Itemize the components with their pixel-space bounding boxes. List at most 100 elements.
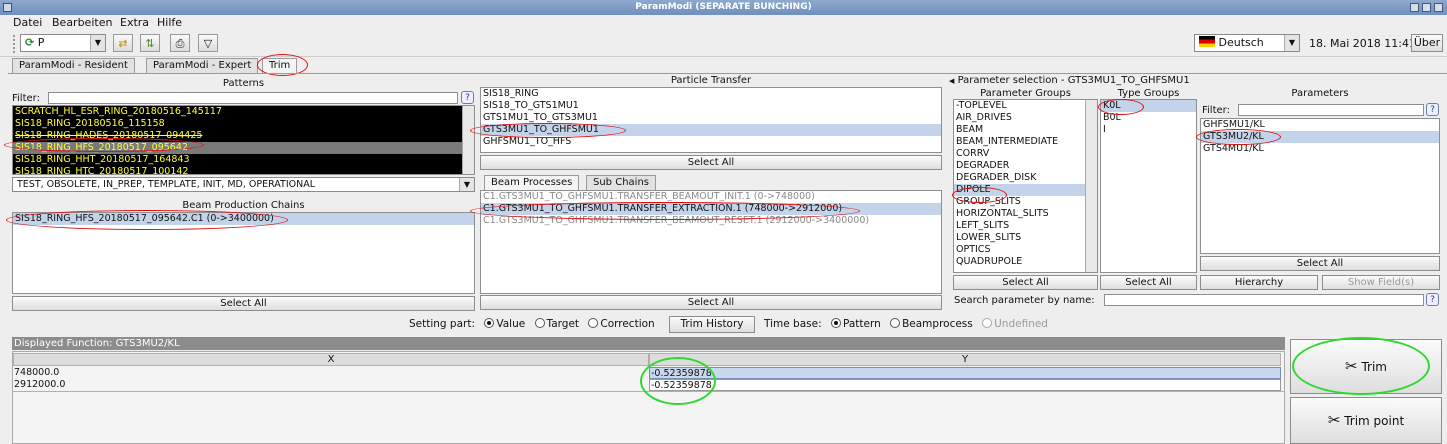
radio-pattern[interactable] bbox=[830, 318, 841, 328]
table-cell-y[interactable]: -0.52359878 bbox=[649, 379, 1281, 391]
list-item[interactable]: GTS4MU1/KL bbox=[1201, 143, 1439, 155]
column-header-y[interactable]: Y bbox=[649, 353, 1281, 366]
language-combo[interactable]: Deutsch ▼ bbox=[1194, 34, 1300, 52]
refresh-icon: ⟳ bbox=[25, 36, 35, 49]
search-parameter-input[interactable] bbox=[1104, 294, 1424, 306]
hierarchy-button[interactable]: Hierarchy bbox=[1200, 275, 1318, 290]
help-icon[interactable]: ? bbox=[1426, 293, 1439, 306]
list-item[interactable]: -TOPLEVEL bbox=[954, 100, 1097, 112]
groups-select-all-button[interactable]: Select All bbox=[953, 275, 1098, 290]
types-select-all-button[interactable]: Select All bbox=[1100, 275, 1197, 290]
window-title-bar: ParamModi (SEPARATE BUNCHING) bbox=[0, 0, 1447, 15]
list-item[interactable]: DEGRADER bbox=[954, 160, 1097, 172]
parameters-list[interactable]: GHFSMU1/KL GTS3MU2/KL GTS4MU1/KL bbox=[1200, 118, 1440, 254]
list-item[interactable]: GTS3MU1_TO_GHFSMU1 bbox=[481, 124, 941, 136]
minimize-icon[interactable] bbox=[1410, 3, 1419, 12]
param-groups-header: Parameter Groups bbox=[980, 88, 1071, 99]
patterns-scrollbar[interactable] bbox=[462, 106, 474, 174]
table-cell-y[interactable]: -0.52359878 bbox=[649, 367, 1281, 379]
radio-target[interactable] bbox=[534, 318, 545, 328]
table-cell-x[interactable]: 2912000.0 bbox=[14, 379, 648, 391]
swap-icon[interactable]: ⇄ bbox=[113, 34, 133, 52]
list-item[interactable]: OPTICS bbox=[954, 244, 1097, 256]
list-item[interactable]: AIR_DRIVES bbox=[954, 112, 1097, 124]
tab-trim[interactable]: Trim bbox=[262, 58, 298, 73]
list-item[interactable]: K0L bbox=[1101, 100, 1196, 112]
list-item[interactable]: BEAM_INTERMEDIATE bbox=[954, 136, 1097, 148]
param-groups-scrollbar[interactable] bbox=[1085, 100, 1097, 272]
list-item[interactable]: SIS18_TO_GTS1MU1 bbox=[481, 100, 941, 112]
list-item[interactable]: C1.GTS3MU1_TO_GHFSMU1.TRANSFER_EXTRACTIO… bbox=[481, 203, 941, 215]
trim-history-button[interactable]: Trim History bbox=[669, 316, 755, 333]
tab-resident[interactable]: ParamModi - Resident bbox=[12, 58, 135, 73]
list-item[interactable]: C1.GTS3MU1_TO_GHFSMU1.TRANSFER_BEAMOUT_I… bbox=[481, 191, 941, 203]
trim-point-button[interactable]: ✂ Trim point bbox=[1290, 397, 1442, 444]
radio-correction[interactable] bbox=[588, 318, 599, 328]
list-item[interactable]: GROUP_SLITS bbox=[954, 196, 1097, 208]
column-header-x[interactable]: X bbox=[13, 353, 649, 366]
bpc-select-all-button[interactable]: Select All bbox=[12, 296, 475, 311]
parameters-filter-input[interactable] bbox=[1238, 104, 1424, 116]
list-item[interactable]: GHFSMU1/KL bbox=[1201, 119, 1439, 131]
print-icon[interactable]: ⎙ bbox=[170, 34, 190, 52]
radio-beamprocess[interactable] bbox=[890, 318, 901, 328]
list-item[interactable]: SIS18_RING_HFS_20180517_095642 bbox=[13, 142, 474, 154]
filter-icon[interactable]: ▽ bbox=[198, 34, 218, 52]
list-item[interactable]: SIS18_RING_20180516_115158 bbox=[13, 118, 474, 130]
list-item[interactable]: HORIZONTAL_SLITS bbox=[954, 208, 1097, 220]
table-cell-x[interactable]: 748000.0 bbox=[14, 367, 648, 379]
radio-undefined[interactable] bbox=[982, 318, 993, 328]
list-item[interactable]: GTS3MU2/KL bbox=[1201, 131, 1439, 143]
list-item[interactable]: SIS18_RING_HADES_20180517_094425 bbox=[13, 130, 474, 142]
list-item[interactable]: DIPOLE bbox=[954, 184, 1097, 196]
chevron-down-icon: ▼ bbox=[90, 35, 105, 51]
menu-extra[interactable]: Extra bbox=[120, 16, 149, 29]
pattern-type-filter[interactable]: TEST, OBSOLETE, IN_PREP, TEMPLATE, INIT,… bbox=[12, 177, 475, 192]
bp-select-all-button[interactable]: Select All bbox=[480, 295, 942, 310]
list-item[interactable]: I bbox=[1101, 124, 1196, 136]
list-item[interactable]: LOWER_SLITS bbox=[954, 232, 1097, 244]
sync-icon[interactable]: ⇅ bbox=[140, 34, 160, 52]
list-item[interactable]: LEFT_SLITS bbox=[954, 220, 1097, 232]
show-fields-button[interactable]: Show Field(s) bbox=[1322, 275, 1440, 290]
bpc-list[interactable]: SIS18_RING_HFS_20180517_095642.C1 (0->34… bbox=[12, 212, 475, 294]
params-select-all-button[interactable]: Select All bbox=[1200, 256, 1440, 271]
list-item[interactable]: SIS18_RING_HHT_20180517_164843 bbox=[13, 154, 474, 166]
type-groups-header: Type Groups bbox=[1117, 88, 1180, 99]
about-button[interactable]: Über bbox=[1411, 34, 1443, 52]
tab-sub-chains[interactable]: Sub Chains bbox=[586, 175, 656, 190]
list-item[interactable]: GHFSMU1_TO_HFS bbox=[481, 136, 941, 148]
patterns-filter-input[interactable] bbox=[48, 92, 458, 104]
help-icon[interactable]: ? bbox=[461, 91, 474, 104]
radio-value[interactable] bbox=[484, 318, 495, 328]
app-icon[interactable] bbox=[3, 3, 12, 12]
help-icon[interactable]: ? bbox=[1426, 103, 1439, 116]
close-icon[interactable] bbox=[1434, 3, 1443, 12]
collapse-icon[interactable]: ◀ bbox=[949, 77, 954, 85]
type-groups-list[interactable]: K0L B0L I bbox=[1100, 99, 1197, 273]
list-item[interactable]: SCRATCH_HL_ESR_RING_20180516_145117 bbox=[13, 106, 474, 118]
selector-combo[interactable]: ⟳ P ▼ bbox=[20, 34, 106, 52]
list-item[interactable]: C1.GTS3MU1_TO_GHFSMU1.TRANSFER_BEAMOUT_R… bbox=[481, 215, 941, 227]
menu-hilfe[interactable]: Hilfe bbox=[157, 16, 182, 29]
maximize-icon[interactable] bbox=[1422, 3, 1431, 12]
pt-select-all-button[interactable]: Select All bbox=[480, 155, 942, 170]
param-groups-list[interactable]: -TOPLEVEL AIR_DRIVES BEAM BEAM_INTERMEDI… bbox=[953, 99, 1098, 273]
list-item[interactable]: BEAM bbox=[954, 124, 1097, 136]
patterns-list[interactable]: SCRATCH_HL_ESR_RING_20180516_145117 SIS1… bbox=[12, 105, 475, 175]
trim-button[interactable]: ✂ Trim bbox=[1290, 339, 1442, 394]
menu-datei[interactable]: Datei bbox=[13, 16, 42, 29]
list-item[interactable]: SIS18_RING_HFS_20180517_095642.C1 (0->34… bbox=[13, 213, 474, 225]
menu-bearbeiten[interactable]: Bearbeiten bbox=[52, 16, 112, 29]
list-item[interactable]: B0L bbox=[1101, 112, 1196, 124]
list-item[interactable]: CORRV bbox=[954, 148, 1097, 160]
particle-transfer-list[interactable]: SIS18_RING SIS18_TO_GTS1MU1 GTS1MU1_TO_G… bbox=[480, 87, 942, 153]
beam-processes-list[interactable]: C1.GTS3MU1_TO_GHFSMU1.TRANSFER_BEAMOUT_I… bbox=[480, 190, 942, 294]
list-item[interactable]: DEGRADER_DISK bbox=[954, 172, 1097, 184]
list-item[interactable]: QUADRUPOLE bbox=[954, 256, 1097, 268]
list-item[interactable]: SIS18_RING_HTC_20180517_100142 bbox=[13, 166, 474, 174]
tab-beam-processes[interactable]: Beam Processes bbox=[484, 175, 580, 190]
tab-expert[interactable]: ParamModi - Expert bbox=[146, 58, 259, 73]
list-item[interactable]: GTS1MU1_TO_GTS3MU1 bbox=[481, 112, 941, 124]
list-item[interactable]: SIS18_RING bbox=[481, 88, 941, 100]
